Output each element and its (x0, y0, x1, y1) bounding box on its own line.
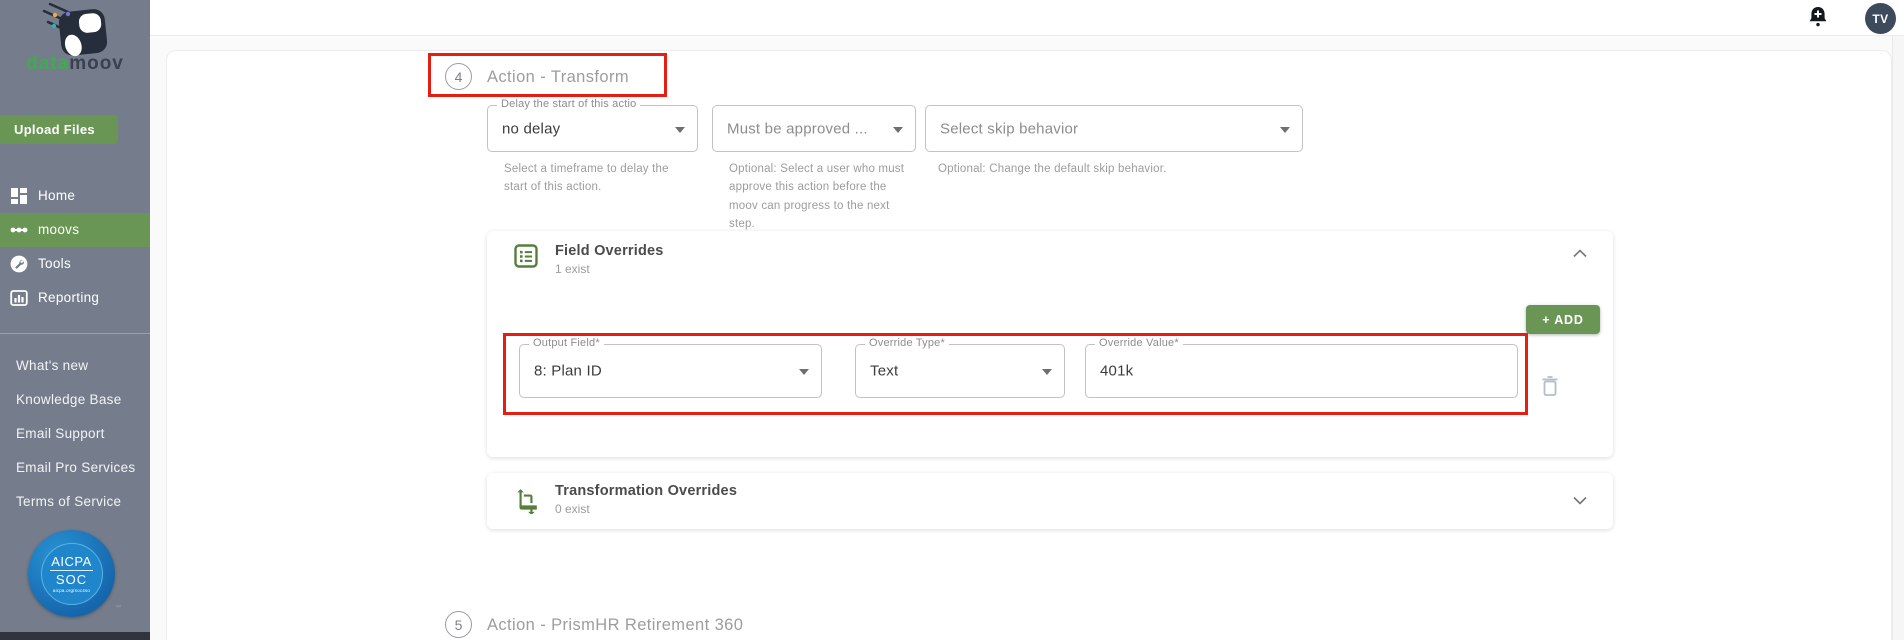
override-type-label: Override Type* (865, 337, 949, 349)
sidebar-item-tools[interactable]: Tools (0, 247, 150, 281)
override-type-value: Text (870, 363, 898, 380)
field-overrides-count: 1 exist (555, 262, 590, 276)
override-value-input[interactable]: Override Value* 401k (1085, 344, 1518, 398)
topbar (150, 0, 1904, 36)
aicpa-soc-badge: AICPA SOC aicpa.org/soc4so ™ (28, 530, 115, 617)
field-overrides-list-icon (513, 243, 539, 269)
upload-files-button[interactable]: Upload Files (0, 115, 118, 144)
badge-trademark: ™ (115, 605, 121, 611)
override-type-select[interactable]: Override Type* Text (855, 344, 1065, 398)
delay-select-label: Delay the start of this actio (497, 98, 640, 110)
override-value-text: 401k (1100, 363, 1133, 380)
chevron-down-icon (893, 127, 903, 133)
link-knowledge-base[interactable]: Knowledge Base (16, 392, 122, 407)
link-email-pro-services[interactable]: Email Pro Services (16, 460, 135, 475)
delete-override-trash-icon[interactable] (1540, 375, 1560, 398)
sidebar-item-moovs[interactable]: moovs (0, 213, 150, 247)
scrollbar-track[interactable] (1892, 36, 1904, 640)
sidebar-item-label: Home (38, 188, 75, 203)
transformation-overrides-card: Transformation Overrides 0 exist (487, 473, 1613, 529)
sidebar-item-home[interactable]: Home (0, 179, 150, 213)
skip-behavior-placeholder: Select skip behavior (940, 120, 1078, 137)
step5-title: Action - PrismHR Retirement 360 (487, 616, 743, 635)
step5-number: 5 (455, 617, 463, 633)
add-override-button[interactable]: + ADD (1526, 305, 1600, 334)
output-field-label: Output Field* (529, 337, 604, 349)
sidebar-footer-strip (0, 632, 150, 640)
moovs-dots-icon (10, 221, 28, 239)
skip-helper-text: Optional: Change the default skip behavi… (938, 160, 1358, 178)
link-whats-new[interactable]: What's new (16, 358, 88, 373)
sidebar-item-label: Reporting (38, 290, 99, 305)
transformation-overrides-count: 0 exist (555, 502, 590, 516)
expand-chevron-down-icon[interactable] (1573, 496, 1587, 505)
sidebar-item-label: Tools (38, 256, 71, 271)
home-dashboard-icon (10, 187, 28, 205)
delay-helper-text: Select a timeframe to delay the start of… (504, 160, 676, 197)
chevron-down-icon (1280, 127, 1290, 133)
sidebar-divider (0, 333, 150, 334)
tools-wrench-icon (10, 255, 28, 273)
step4-title: Action - Transform (487, 68, 629, 87)
brand-wordmark: datamoov (0, 53, 150, 75)
chevron-down-icon (799, 369, 809, 375)
brand-logo-icon (20, 2, 130, 58)
output-field-select[interactable]: Output Field* 8: Plan ID (519, 344, 822, 398)
chevron-down-icon (1042, 369, 1052, 375)
sidebar: datamoov Upload Files Home moovs Tools (0, 0, 150, 640)
sidebar-item-reporting[interactable]: Reporting (0, 281, 150, 315)
step4-number: 4 (455, 69, 463, 85)
link-terms-of-service[interactable]: Terms of Service (16, 494, 121, 509)
step5-number-circle: 5 (445, 611, 472, 638)
brand-name-primary: data (26, 53, 69, 74)
app-window: datamoov Upload Files Home moovs Tools (0, 0, 1904, 640)
badge-soc-label: SOC (50, 570, 93, 587)
approver-select[interactable]: Must be approved ... (712, 105, 916, 152)
skip-behavior-select[interactable]: Select skip behavior (925, 105, 1303, 152)
approver-helper-text: Optional: Select a user who must approve… (729, 160, 907, 234)
badge-aicpa-label: AICPA (51, 554, 92, 569)
link-email-support[interactable]: Email Support (16, 426, 105, 441)
collapse-chevron-up-icon[interactable] (1573, 249, 1587, 258)
delay-select-value: no delay (502, 120, 560, 137)
aicpa-soc-badge-inner: AICPA SOC aicpa.org/soc4so (41, 543, 103, 605)
transformation-overrides-title: Transformation Overrides (555, 483, 737, 499)
reporting-chart-icon (10, 289, 28, 307)
brand-name-secondary: moov (69, 53, 124, 74)
output-field-value: 8: Plan ID (534, 363, 602, 380)
chevron-down-icon (675, 127, 685, 133)
notifications-bell-icon[interactable] (1806, 5, 1830, 32)
field-overrides-title: Field Overrides (555, 243, 664, 259)
sidebar-item-label: moovs (38, 222, 79, 237)
delay-select[interactable]: Delay the start of this actio no delay (487, 105, 698, 152)
transformation-overrides-transform-icon (513, 488, 539, 514)
user-avatar[interactable]: TV (1865, 3, 1896, 34)
approver-select-placeholder: Must be approved ... (727, 120, 868, 137)
override-value-label: Override Value* (1095, 337, 1183, 349)
badge-url-label: aicpa.org/soc4so (53, 588, 90, 593)
step4-number-circle: 4 (445, 63, 472, 90)
